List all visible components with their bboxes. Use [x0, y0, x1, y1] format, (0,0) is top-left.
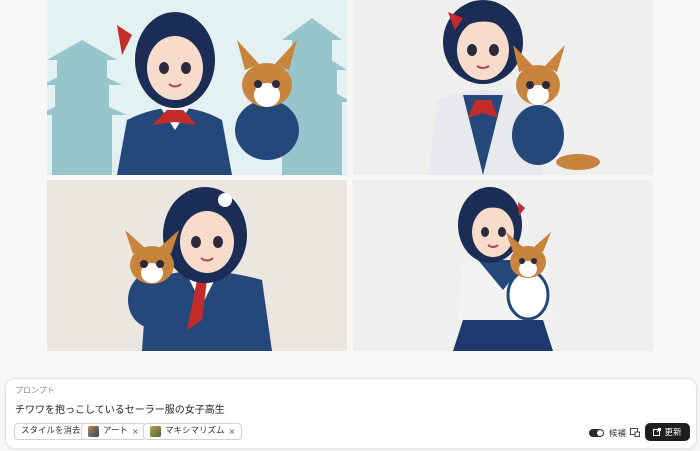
result-image-1[interactable] — [47, 0, 347, 175]
remove-style-icon[interactable]: × — [229, 424, 236, 439]
refresh-label: 更新 — [664, 428, 682, 438]
image-grid — [0, 0, 700, 360]
result-image-3[interactable] — [47, 180, 347, 351]
anime-girl-chihuahua-illustration — [47, 0, 347, 175]
result-image-2[interactable] — [353, 0, 653, 175]
style-chip-label: アート — [103, 426, 128, 436]
style-chip-label: マキシマリズム — [165, 426, 225, 436]
anime-girl-chihuahua-illustration — [353, 180, 653, 351]
style-chip-maximalism[interactable]: マキシマリズム × — [143, 423, 243, 440]
style-chip-art[interactable]: アート × — [81, 423, 146, 440]
maximalism-style-thumbnail-icon — [150, 426, 161, 437]
suggestions-toggle[interactable] — [589, 429, 604, 437]
clear-style-label: スタイルを消去 — [21, 426, 81, 436]
external-refresh-icon — [653, 428, 662, 436]
suggestions-toggle-label: 候補 — [609, 429, 627, 439]
prompt-panel: プロンプト チワワを抱っこしているセーラー服の女子高生 スタイルを消去 アート … — [5, 378, 697, 449]
clear-style-button[interactable]: スタイルを消去 — [14, 423, 88, 440]
refresh-button[interactable]: 更新 — [645, 423, 690, 441]
anime-girl-chihuahua-illustration — [47, 180, 347, 351]
prompt-label: プロンプト — [15, 386, 55, 395]
prompt-input[interactable]: チワワを抱っこしているセーラー服の女子高生 — [15, 401, 225, 416]
image-settings-icon[interactable] — [630, 427, 640, 437]
remove-style-icon[interactable]: × — [132, 424, 139, 439]
art-style-thumbnail-icon — [88, 426, 99, 437]
result-image-4[interactable] — [353, 180, 653, 351]
anime-girl-chihuahua-illustration — [353, 0, 653, 175]
